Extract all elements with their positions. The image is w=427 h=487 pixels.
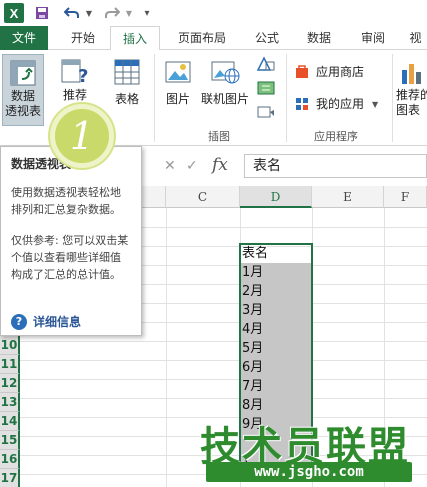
cell[interactable]: 7月 [240, 377, 312, 396]
row-header-17[interactable]: 17 [0, 469, 20, 487]
save-icon[interactable] [32, 3, 52, 23]
cell[interactable]: 6月 [240, 358, 312, 377]
tab-file[interactable]: 文件 [0, 26, 48, 50]
undo-icon[interactable] [62, 3, 82, 23]
column-header-f[interactable]: F [384, 186, 427, 208]
screenshot-icon[interactable] [254, 104, 278, 122]
cancel-icon[interactable]: ✕ [164, 154, 178, 178]
row-header-10[interactable]: 10 [0, 336, 20, 355]
group-apps-label: 应用程序 [314, 130, 358, 143]
cell[interactable]: 4月 [240, 320, 312, 339]
online-picture-button[interactable]: 联机图片 [198, 54, 252, 126]
ribbon-separator [154, 54, 155, 142]
recommended-pivot-icon: ? [61, 59, 88, 86]
tab-insert[interactable]: 插入 [110, 26, 160, 51]
picture-button[interactable]: 图片 [158, 54, 198, 126]
online-picture-label: 联机图片 [200, 92, 249, 106]
cell[interactable]: 1月 [240, 263, 312, 282]
tooltip-description: 使用数据透视表轻松地排列和汇总复杂数据。 [11, 186, 121, 216]
redo-icon[interactable] [102, 3, 122, 23]
pivot-table-label-2: 透视表 [4, 104, 41, 118]
smartart-icon[interactable] [254, 80, 278, 98]
tooltip-note: 仅供参考: 您可以双击某个值以查看哪些详细值构成了汇总的总计值。 [11, 234, 129, 281]
grid-line [20, 341, 427, 342]
my-apps-icon [296, 98, 308, 110]
app-store-label: 应用商店 [316, 64, 365, 79]
watermark: 技术员联盟 www.jsgho.com [196, 414, 427, 487]
tab-page-layout[interactable]: 页面布局 [164, 26, 240, 50]
customize-icon[interactable]: ▾ [140, 3, 154, 23]
ribbon-separator [286, 54, 287, 142]
cell[interactable]: 8月 [240, 396, 312, 415]
row-header-11[interactable]: 11 [0, 355, 20, 374]
tab-view[interactable]: 视 [404, 26, 427, 50]
grid-line [20, 360, 427, 361]
my-apps-dropdown-icon: ▼ [372, 99, 379, 109]
excel-logo-icon: X [4, 3, 24, 23]
pivot-table-icon [10, 60, 36, 86]
row-header-16[interactable]: 16 [0, 450, 20, 469]
insert-function-icon[interactable]: fx [212, 152, 236, 178]
quick-access-toolbar: X ▼ ▼ ▾ [0, 0, 427, 26]
picture-icon [165, 61, 191, 83]
column-header-c[interactable]: C [166, 186, 240, 208]
row-header-12[interactable]: 12 [0, 374, 20, 393]
column-header-e[interactable]: E [312, 186, 384, 208]
undo-dropdown-icon[interactable]: ▼ [84, 3, 94, 23]
step-marker: 1 [50, 104, 114, 168]
grid-line [20, 398, 427, 399]
svg-text:?: ? [78, 66, 88, 86]
column-header-d[interactable]: D [240, 186, 312, 208]
app-store-button[interactable]: 应用商店 [294, 62, 384, 82]
tab-formulas[interactable]: 公式 [244, 26, 290, 50]
table-label: 表格 [114, 92, 139, 106]
table-icon [114, 59, 140, 85]
row-header-13[interactable]: 13 [0, 393, 20, 412]
recommended-charts-button[interactable]: 推荐的 图表 [396, 54, 427, 126]
store-icon [296, 65, 308, 78]
recommended-charts-label-1: 推荐的 [396, 88, 427, 102]
cell[interactable]: 5月 [240, 339, 312, 358]
my-apps-label: 我的应用 [316, 96, 365, 111]
grid-line [20, 379, 427, 380]
tab-data[interactable]: 数据 [296, 26, 342, 50]
pivot-table-tooltip: 数据透视表 使用数据透视表轻松地排列和汇总复杂数据。 仅供参考: 您可以双击某个… [0, 146, 142, 336]
online-picture-icon [211, 61, 240, 84]
row-header-15[interactable]: 15 [0, 431, 20, 450]
grid-line [166, 208, 167, 487]
more-info-link[interactable]: ? 详细信息 [11, 313, 81, 330]
cell[interactable]: 3月 [240, 301, 312, 320]
shapes-icon[interactable] [254, 56, 278, 74]
table-button[interactable]: 表格 [104, 54, 150, 126]
more-info-label: 详细信息 [33, 315, 82, 329]
group-illustrations-label: 插图 [208, 130, 230, 143]
formula-input[interactable]: 表名 [244, 154, 427, 178]
enter-icon[interactable]: ✓ [186, 154, 200, 178]
cell[interactable]: 2月 [240, 282, 312, 301]
cell-d-header[interactable]: 表名 [240, 244, 312, 263]
row-header-14[interactable]: 14 [0, 412, 20, 431]
redo-dropdown-icon[interactable]: ▼ [124, 3, 134, 23]
tab-review[interactable]: 审阅 [350, 26, 396, 50]
watermark-url: www.jsgho.com [206, 462, 412, 482]
ribbon-separator [392, 54, 393, 142]
picture-label: 图片 [165, 92, 190, 106]
pivot-table-label-1: 数据 [10, 89, 35, 103]
recommended-pivot-label-1: 推荐 [62, 88, 87, 102]
tab-home[interactable]: 开始 [58, 26, 108, 50]
my-apps-button[interactable]: 我的应用 ▼ [294, 94, 394, 114]
ribbon-tabs: 文件 开始 插入 页面布局 公式 数据 审阅 视 [0, 26, 427, 51]
help-icon: ? [11, 313, 27, 330]
recommended-charts-label-2: 图表 [396, 103, 421, 117]
recommended-charts-icon [402, 64, 421, 84]
pivot-table-button[interactable]: 数据 透视表 [2, 54, 44, 126]
